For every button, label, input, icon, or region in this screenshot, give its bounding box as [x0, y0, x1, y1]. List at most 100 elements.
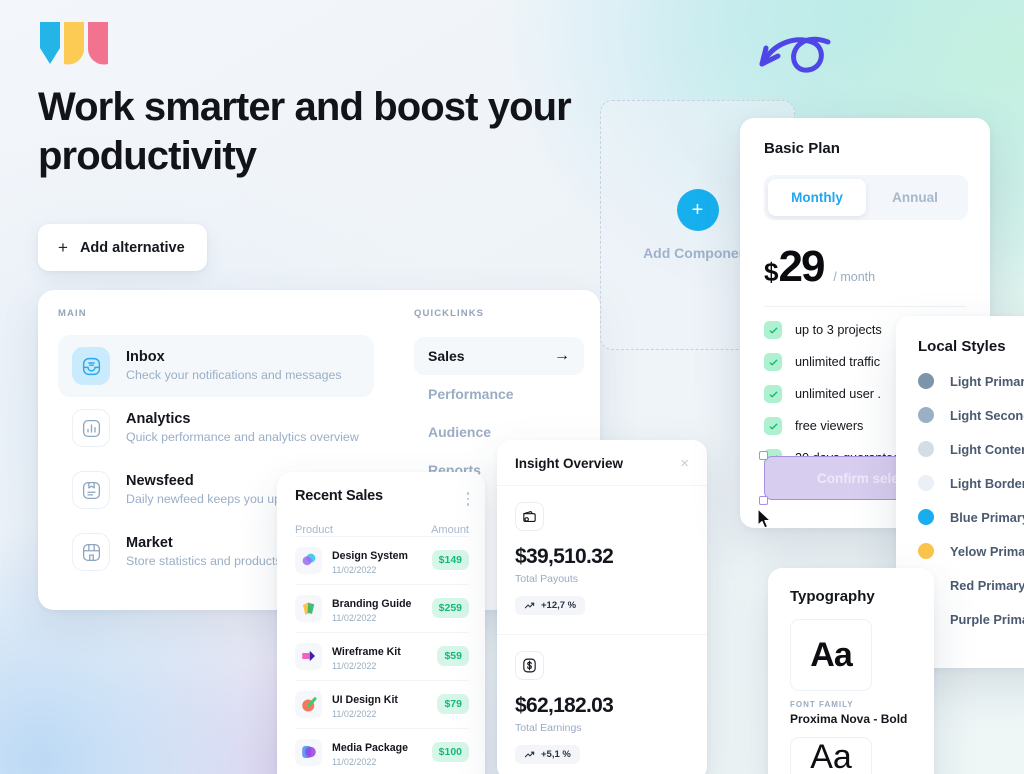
tab-annual[interactable]: Annual [866, 179, 964, 216]
trend-up-icon [524, 751, 535, 758]
quicklink-label: Performance [428, 386, 514, 402]
sidebar-item-inbox[interactable]: Inbox Check your notifications and messa… [58, 335, 374, 397]
wireframe-kit-icon [295, 642, 322, 670]
tab-monthly[interactable]: Monthly [768, 179, 866, 216]
stat-total-payouts: $39,510.32 Total Payouts +12,7 % [497, 485, 707, 634]
insight-overview-card: Insight Overview × $39,510.32 Total Payo… [497, 440, 707, 774]
style-label: Purple Primary [950, 611, 1024, 627]
font-sample-bold: Aa [790, 619, 872, 691]
selection-handle-bottom-left[interactable] [759, 496, 768, 505]
product-text: Design System 11/02/2022 [332, 546, 408, 575]
check-icon [764, 385, 782, 403]
typography-title: Typography [790, 588, 875, 605]
stat-value: $39,510.32 [515, 545, 614, 568]
brand-logo [40, 22, 108, 65]
media-package-icon [295, 738, 322, 766]
newsfeed-icon [72, 471, 110, 509]
list-item[interactable]: Blue Primary [918, 509, 1024, 525]
style-label: Yelow Primary [950, 543, 1024, 559]
sidebar-item-subtitle: Check your notifications and messages [126, 368, 342, 383]
stat-label: Total Payouts [515, 573, 579, 585]
product-name: UI Design Kit [332, 693, 398, 706]
plan-title: Basic Plan [764, 140, 840, 157]
add-alternative-button[interactable]: + Add alternative [38, 224, 207, 271]
sidebar-item-title: Analytics [126, 411, 191, 428]
table-row[interactable]: Design System 11/02/2022 $149 [295, 535, 469, 584]
ui-design-kit-icon [295, 690, 322, 718]
selection-handle-top-left[interactable] [759, 451, 768, 460]
recent-sales-title: Recent Sales [295, 488, 383, 504]
branding-guide-icon [295, 594, 322, 622]
divider [764, 306, 966, 307]
design-system-icon [295, 546, 322, 574]
quicklink-performance[interactable]: Performance [414, 375, 584, 413]
sidebar-item-subtitle: Daily newfeed keeps you up to [126, 492, 295, 507]
color-swatch [918, 373, 934, 389]
color-swatch [918, 475, 934, 491]
feature-label: up to 3 projects [795, 323, 882, 337]
plan-price: $ 29 / month [764, 242, 966, 292]
column-product: Product [295, 523, 333, 536]
list-item[interactable]: Light Content [918, 441, 1024, 457]
stat-value: $62,182.03 [515, 694, 614, 717]
check-icon [764, 353, 782, 371]
style-label: Blue Primary [950, 509, 1024, 525]
product-text: Branding Guide 11/02/2022 [332, 594, 411, 623]
stat-delta-badge: +5,1 % [515, 745, 580, 764]
sidebar-item-title: Newsfeed [126, 473, 194, 490]
table-row[interactable]: Wireframe Kit 11/02/2022 $59 [295, 631, 469, 680]
sidebar-item-text: Inbox Check your notifications and messa… [126, 348, 342, 384]
list-item[interactable]: Light Border [918, 475, 1024, 491]
feature-label: unlimited traffic [795, 355, 881, 369]
style-label: Light Primary [950, 373, 1024, 389]
table-row[interactable]: Branding Guide 11/02/2022 $259 [295, 583, 469, 632]
currency-symbol: $ [764, 257, 779, 287]
insight-title: Insight Overview [515, 456, 624, 471]
stat-total-earnings: $62,182.03 Total Earnings +5,1 % [497, 634, 707, 774]
product-amount: $100 [431, 742, 469, 762]
add-alternative-label: Add alternative [79, 239, 185, 256]
color-swatch [918, 509, 934, 525]
product-date: 11/02/2022 [332, 756, 377, 767]
insight-header: Insight Overview × [497, 440, 707, 485]
list-item[interactable]: Light Secondary [918, 407, 1024, 423]
sidebar-item-text: Analytics Quick performance and analytic… [126, 410, 359, 446]
close-icon[interactable]: × [680, 456, 689, 471]
font-family-value: Proxima Nova - Bold [790, 712, 908, 726]
color-swatch [918, 543, 934, 559]
sidebar-item-title: Inbox [126, 349, 165, 366]
product-amount: $79 [437, 694, 469, 714]
sidebar-item-analytics[interactable]: Analytics Quick performance and analytic… [58, 397, 374, 459]
stat-label: Total Earnings [515, 722, 582, 734]
style-label: Light Secondary [950, 407, 1024, 423]
recent-sales-header: Recent Sales [295, 488, 469, 506]
style-label: Red Primary [950, 577, 1024, 593]
table-row[interactable]: Media Package 11/02/2022 $100 [295, 727, 469, 774]
product-date: 11/02/2022 [332, 564, 377, 575]
mouse-cursor [757, 508, 771, 529]
color-swatch [918, 407, 934, 423]
more-options-icon[interactable] [466, 488, 469, 506]
quicklink-sales[interactable]: Sales → [414, 337, 584, 375]
local-styles-title: Local Styles [918, 338, 1006, 355]
list-item[interactable]: Yelow Primary [918, 543, 1024, 559]
plus-circle-icon: + [676, 189, 719, 231]
product-text: Wireframe Kit 11/02/2022 [332, 642, 401, 671]
sidebar-item-text: Newsfeed Daily newfeed keeps you up to [126, 472, 295, 508]
column-amount: Amount [431, 523, 469, 536]
trend-up-icon [524, 602, 535, 609]
quicklinks-section-label: QUICKLINKS [414, 308, 485, 319]
typography-card: Typography Aa FONT FAMILY Proxima Nova -… [768, 568, 934, 774]
check-icon [764, 417, 782, 435]
stat-delta: +12,7 % [541, 600, 577, 611]
list-item[interactable]: Light Primary [918, 373, 1024, 389]
curved-arrow-doodle [759, 36, 831, 73]
page-title: Work smarter and boost your productivity [38, 85, 572, 178]
arrow-right-icon: → [554, 347, 570, 364]
sidebar-item-subtitle: Quick performance and analytics overview [126, 430, 359, 445]
stat-delta: +5,1 % [541, 749, 571, 760]
table-row[interactable]: UI Design Kit 11/02/2022 $79 [295, 679, 469, 728]
chart-icon [72, 409, 110, 447]
product-name: Design System [332, 549, 408, 562]
add-component-label: Add Component [643, 245, 752, 261]
